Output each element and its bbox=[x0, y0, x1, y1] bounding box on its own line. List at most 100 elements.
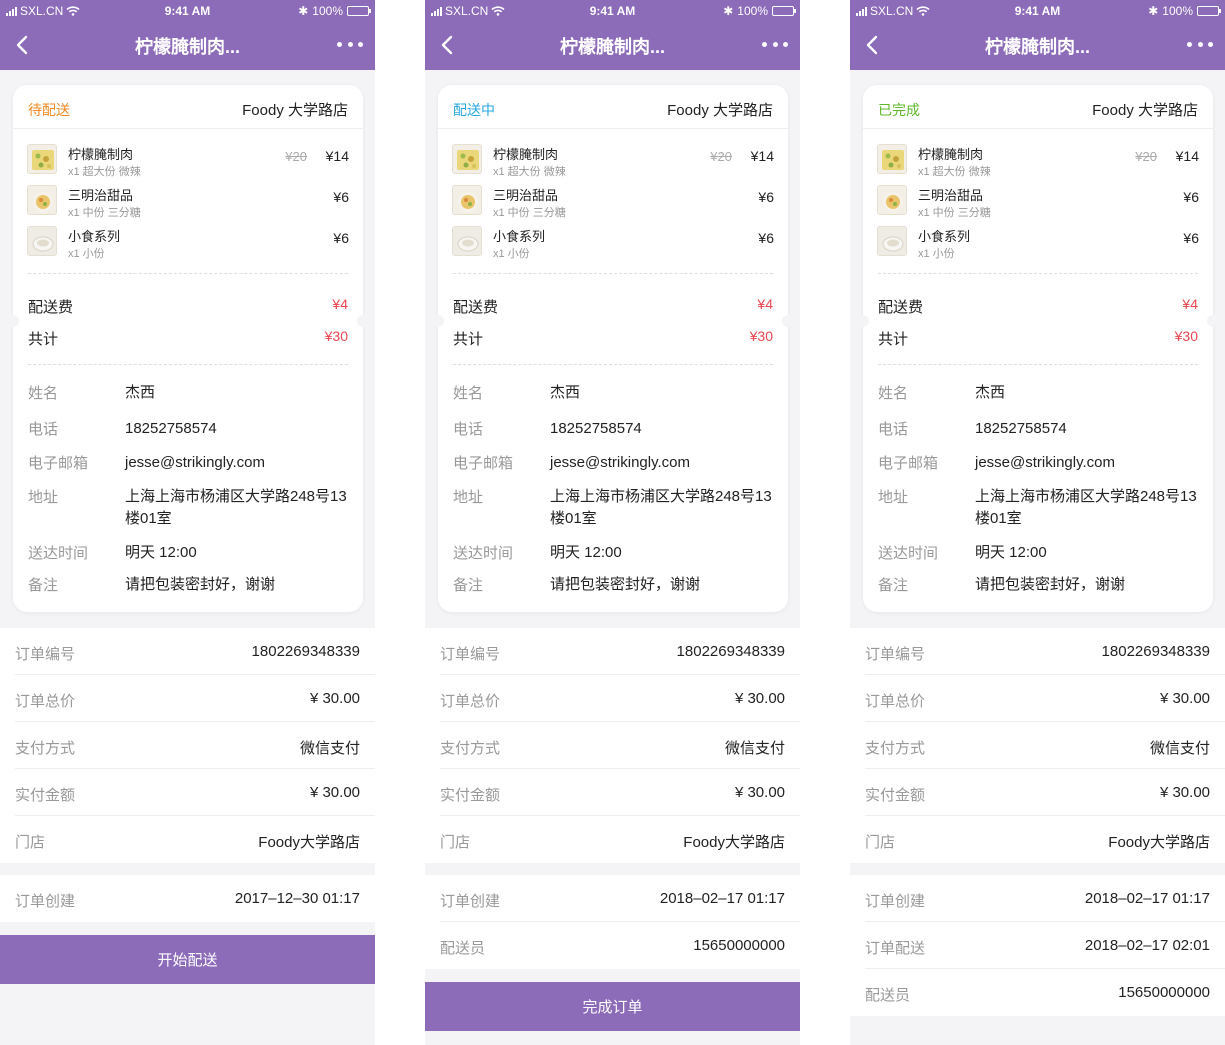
item-thumbnail bbox=[452, 226, 482, 256]
row-label: 订单编号 bbox=[15, 646, 76, 663]
item-original-price: ¥20 bbox=[710, 149, 732, 164]
info-value: 杰西 bbox=[125, 384, 156, 401]
divider bbox=[28, 273, 348, 274]
order-total-row: 订单总价 ¥ 30.00 bbox=[15, 675, 375, 722]
info-value: 上海上海市杨浦区大学路248号13楼01室 bbox=[550, 488, 772, 527]
item-spec: x1 小份 bbox=[68, 248, 105, 260]
order-number-row: 订单编号 1802269348339 bbox=[865, 628, 1225, 675]
row-label: 支付方式 bbox=[440, 740, 501, 757]
order-detail-screen-delivering: SXL.CN 9:41 AM ✱ 100% 柠檬腌制肉... 配送中 Foody… bbox=[425, 0, 800, 1045]
item-name: 小食系列 bbox=[68, 229, 121, 244]
store-name: Foody 大学路店 bbox=[242, 102, 348, 119]
row-value: Foody大学路店 bbox=[1108, 834, 1210, 851]
row-value: 2018–02–17 01:17 bbox=[659, 890, 785, 907]
battery-label: 100% bbox=[312, 4, 343, 18]
order-detail-screen-completed: SXL.CN 9:41 AM ✱ 100% 柠檬腌制肉... 已完成 Foody… bbox=[850, 0, 1225, 1045]
item-thumbnail bbox=[452, 144, 482, 174]
order-status-badge: 配送中 bbox=[453, 102, 495, 118]
item-price: ¥6 bbox=[758, 189, 774, 205]
item-price: ¥6 bbox=[333, 189, 349, 205]
total-row: 共计 ¥30 bbox=[878, 328, 1198, 349]
delivery-fee-label: 配送费 bbox=[453, 299, 499, 316]
info-label: 姓名 bbox=[28, 385, 59, 402]
row-label: 订单创建 bbox=[440, 893, 501, 910]
item-price: ¥6 bbox=[1183, 189, 1199, 205]
info-label: 电子邮箱 bbox=[453, 455, 514, 472]
divider bbox=[28, 364, 348, 365]
info-value: 明天 12:00 bbox=[550, 544, 622, 561]
row-value: 1802269348339 bbox=[676, 643, 785, 660]
status-right: ✱ 100% bbox=[298, 4, 371, 18]
info-value: jesse@strikingly.com bbox=[975, 454, 1115, 471]
item-original-price: ¥20 bbox=[1135, 149, 1157, 164]
more-icon[interactable] bbox=[1187, 34, 1213, 54]
row-value: 2018–02–17 01:17 bbox=[1084, 890, 1210, 907]
info-value: jesse@strikingly.com bbox=[125, 454, 265, 471]
row-label: 门店 bbox=[440, 834, 471, 851]
total-value: ¥30 bbox=[324, 328, 348, 344]
info-value: 杰西 bbox=[975, 384, 1006, 401]
row-label: 订单配送 bbox=[865, 940, 926, 957]
row-label: 订单总价 bbox=[865, 693, 926, 710]
total-label: 共计 bbox=[453, 331, 484, 348]
ticket-notch bbox=[432, 315, 444, 327]
info-value: 杰西 bbox=[550, 384, 581, 401]
back-arrow-icon[interactable] bbox=[12, 32, 34, 58]
info-value: 明天 12:00 bbox=[975, 544, 1047, 561]
item-thumbnail bbox=[27, 226, 57, 256]
row-label: 实付金额 bbox=[15, 787, 76, 804]
back-arrow-icon[interactable] bbox=[437, 32, 459, 58]
order-item: 三明治甜品 x1 中份 三分糖 ¥6 bbox=[27, 184, 349, 220]
page-title: 柠檬腌制肉... bbox=[559, 37, 665, 57]
order-card: 待配送 Foody 大学路店 柠檬腌制肉 x1 超大份 微辣 ¥20 ¥14 三… bbox=[7, 85, 369, 612]
item-original-price: ¥20 bbox=[285, 149, 307, 164]
delivery-fee-value: ¥4 bbox=[332, 296, 348, 312]
battery-icon bbox=[772, 6, 796, 16]
order-item: 三明治甜品 x1 中份 三分糖 ¥6 bbox=[452, 184, 774, 220]
item-thumbnail bbox=[452, 185, 482, 215]
item-name: 小食系列 bbox=[918, 229, 971, 244]
timeline-row: 配送员 15650000000 bbox=[865, 969, 1225, 1016]
timeline-row: 订单创建 2017–12–30 01:17 bbox=[15, 875, 375, 922]
order-card-header: 待配送 Foody 大学路店 bbox=[13, 85, 363, 129]
info-label: 备注 bbox=[453, 577, 484, 594]
item-name: 柠檬腌制肉 bbox=[493, 147, 559, 162]
row-label: 订单总价 bbox=[15, 693, 76, 710]
row-label: 门店 bbox=[15, 834, 46, 851]
status-bar: SXL.CN 9:41 AM ✱ 100% bbox=[850, 0, 1225, 22]
payment-method-row: 支付方式 微信支付 bbox=[865, 722, 1225, 769]
delivery-fee-row: 配送费 ¥4 bbox=[878, 296, 1198, 317]
delivery-fee-label: 配送费 bbox=[28, 299, 74, 316]
order-item: 小食系列 x1 小份 ¥6 bbox=[27, 225, 349, 261]
row-value: 微信支付 bbox=[1149, 740, 1210, 757]
item-thumbnail bbox=[877, 226, 907, 256]
delivery-fee-row: 配送费 ¥4 bbox=[28, 296, 348, 317]
order-card-header: 配送中 Foody 大学路店 bbox=[438, 85, 788, 129]
item-name: 三明治甜品 bbox=[493, 188, 559, 203]
order-timeline-list: 订单创建 2018–02–17 01:17 订单配送 2018–02–17 02… bbox=[850, 875, 1225, 1016]
order-card-header: 已完成 Foody 大学路店 bbox=[863, 85, 1213, 129]
more-icon[interactable] bbox=[762, 34, 788, 54]
order-item: 三明治甜品 x1 中份 三分糖 ¥6 bbox=[877, 184, 1199, 220]
divider bbox=[453, 364, 773, 365]
paid-amount-row: 实付金额 ¥ 30.00 bbox=[15, 769, 375, 816]
primary-action-button[interactable]: 完成订单 bbox=[425, 982, 800, 1031]
divider bbox=[878, 364, 1198, 365]
row-value: 2017–12–30 01:17 bbox=[234, 890, 360, 907]
primary-action-button[interactable]: 开始配送 bbox=[0, 935, 375, 984]
divider bbox=[453, 273, 773, 274]
more-icon[interactable] bbox=[337, 34, 363, 54]
row-label: 实付金额 bbox=[865, 787, 926, 804]
order-card: 已完成 Foody 大学路店 柠檬腌制肉 x1 超大份 微辣 ¥20 ¥14 三… bbox=[857, 85, 1219, 612]
ticket-notch bbox=[7, 315, 19, 327]
row-value: 15650000000 bbox=[693, 937, 785, 954]
row-value: ¥ 30.00 bbox=[734, 690, 785, 707]
info-label: 姓名 bbox=[878, 385, 909, 402]
order-info-list: 订单编号 1802269348339 订单总价 ¥ 30.00 支付方式 微信支… bbox=[425, 628, 800, 863]
info-label: 电子邮箱 bbox=[28, 455, 89, 472]
back-arrow-icon[interactable] bbox=[862, 32, 884, 58]
info-value: 请把包装密封好，谢谢 bbox=[550, 576, 701, 593]
battery-icon bbox=[347, 6, 371, 16]
order-info-list: 订单编号 1802269348339 订单总价 ¥ 30.00 支付方式 微信支… bbox=[0, 628, 375, 863]
item-thumbnail bbox=[877, 185, 907, 215]
